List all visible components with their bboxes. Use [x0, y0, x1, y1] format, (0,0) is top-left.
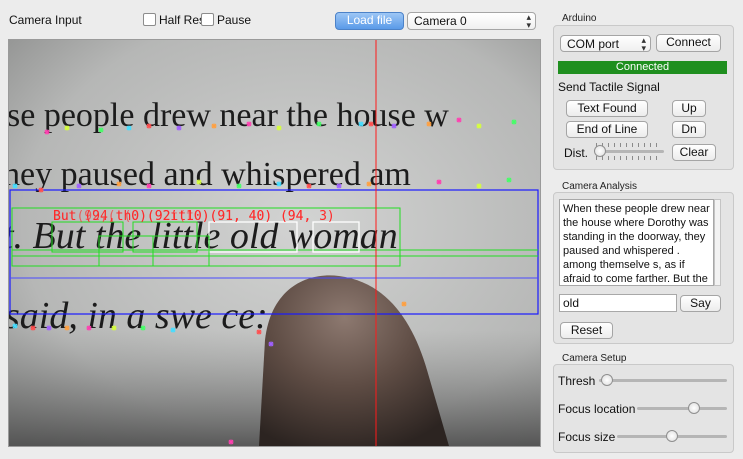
camera-select[interactable]: Camera 0 ▴ ▾ [407, 12, 536, 30]
dist-slider-ticks-bottom [596, 156, 662, 160]
focus-location-slider-track [637, 407, 727, 410]
dist-slider-ticks [596, 143, 662, 147]
feature-marker [228, 439, 234, 445]
half-res-checkbox-box[interactable] [143, 13, 156, 26]
feature-marker [12, 183, 18, 189]
dist-label: Dist. [564, 146, 588, 160]
com-port-value: COM port [567, 37, 620, 51]
feature-marker [76, 183, 82, 189]
focus-size-slider-thumb[interactable] [666, 430, 678, 442]
end-of-line-button[interactable]: End of Line [566, 121, 648, 138]
focus-size-label: Focus size [558, 430, 616, 444]
up-button[interactable]: Up [672, 100, 706, 117]
feature-marker [146, 123, 152, 129]
feature-marker [336, 183, 342, 189]
thresh-slider-thumb[interactable] [601, 374, 613, 386]
feature-marker [170, 327, 176, 333]
feature-marker [196, 179, 202, 185]
analysis-text: When these people drew near the house wh… [563, 203, 710, 285]
camera-analysis-title: Camera Analysis [562, 181, 638, 192]
camera-select-value: Camera 0 [414, 14, 467, 28]
thresh-slider-track [599, 379, 727, 382]
feature-marker [176, 125, 182, 131]
ocr-overlay-text-2: But(92,(t(0)(92t(t0)(91, 40) (94, [53, 209, 311, 224]
dn-button[interactable]: Dn [672, 121, 706, 138]
analysis-scrollbar[interactable] [714, 199, 721, 286]
camera-panel: se people drew near the house w hey paus… [8, 39, 541, 447]
text-found-button[interactable]: Text Found [566, 100, 648, 117]
feature-marker [401, 301, 407, 307]
connect-button[interactable]: Connect [656, 34, 721, 52]
feature-marker [436, 179, 442, 185]
feature-marker [276, 181, 282, 187]
com-port-select[interactable]: COM port ▴ ▾ [560, 35, 651, 53]
half-res-checkbox[interactable]: Half Res [143, 13, 205, 27]
feature-marker [38, 187, 44, 193]
feature-marker [358, 121, 364, 127]
feature-marker [64, 325, 70, 331]
dist-slider[interactable] [594, 142, 664, 162]
feature-marker [316, 121, 322, 127]
focus-location-slider-thumb[interactable] [688, 402, 700, 414]
feature-marker [44, 129, 50, 135]
camera-setup-title: Camera Setup [562, 353, 627, 364]
feature-marker [456, 117, 462, 123]
feature-marker [268, 341, 274, 347]
feature-marker [391, 123, 397, 129]
feature-marker [246, 121, 252, 127]
feature-marker [368, 121, 374, 127]
feature-marker [511, 119, 517, 125]
feature-marker [12, 323, 18, 329]
feature-marker [98, 127, 104, 133]
word-input-value: old [563, 296, 580, 310]
pause-checkbox[interactable]: Pause [201, 13, 251, 27]
thresh-label: Thresh [558, 374, 596, 388]
updown-arrows-icon: ▴ ▾ [641, 35, 646, 53]
word-input[interactable]: old [559, 294, 677, 312]
camera-input-title: Camera Input [9, 13, 82, 27]
pause-label: Pause [217, 13, 252, 27]
thresh-slider[interactable] [599, 372, 727, 388]
feature-marker [476, 123, 482, 129]
feature-marker [126, 125, 132, 131]
feature-marker [116, 181, 122, 187]
camera-view[interactable]: se people drew near the house w hey paus… [9, 40, 540, 446]
clear-button[interactable]: Clear [672, 144, 716, 161]
feature-marker [64, 125, 70, 131]
feature-marker [426, 121, 432, 127]
load-file-button[interactable]: Load file [335, 12, 404, 30]
dist-slider-thumb[interactable] [594, 145, 606, 157]
send-tactile-label: Send Tactile Signal [558, 80, 660, 94]
feature-marker [111, 325, 117, 331]
page-text-line-4: said, in a swe ce: [9, 295, 268, 337]
feature-marker [256, 329, 262, 335]
analysis-text-area[interactable]: When these people drew near the house wh… [559, 199, 714, 286]
connection-status: Connected [558, 61, 727, 74]
say-button[interactable]: Say [680, 295, 721, 312]
half-res-label: Half Res [159, 13, 206, 27]
feature-marker [86, 325, 92, 331]
arduino-title: Arduino [562, 13, 597, 24]
feature-marker [276, 125, 282, 131]
feature-marker [306, 183, 312, 189]
feature-marker [506, 177, 512, 183]
updown-arrows-icon: ▴ ▾ [526, 12, 531, 30]
page-text-line-1: se people drew near the house w [9, 97, 449, 134]
feature-marker [146, 183, 152, 189]
feature-marker [476, 183, 482, 189]
feature-marker [140, 325, 146, 331]
focus-location-label: Focus location [558, 402, 636, 416]
reset-button[interactable]: Reset [560, 322, 613, 339]
pause-checkbox-box[interactable] [201, 13, 214, 26]
feature-marker [366, 181, 372, 187]
focus-size-slider[interactable] [617, 428, 727, 444]
focus-location-slider[interactable] [637, 400, 727, 416]
feature-marker [211, 123, 217, 129]
feature-marker [30, 325, 36, 331]
page-text-line-2: hey paused and whispered am [9, 156, 411, 193]
feature-marker [236, 183, 242, 189]
feature-marker [46, 325, 52, 331]
